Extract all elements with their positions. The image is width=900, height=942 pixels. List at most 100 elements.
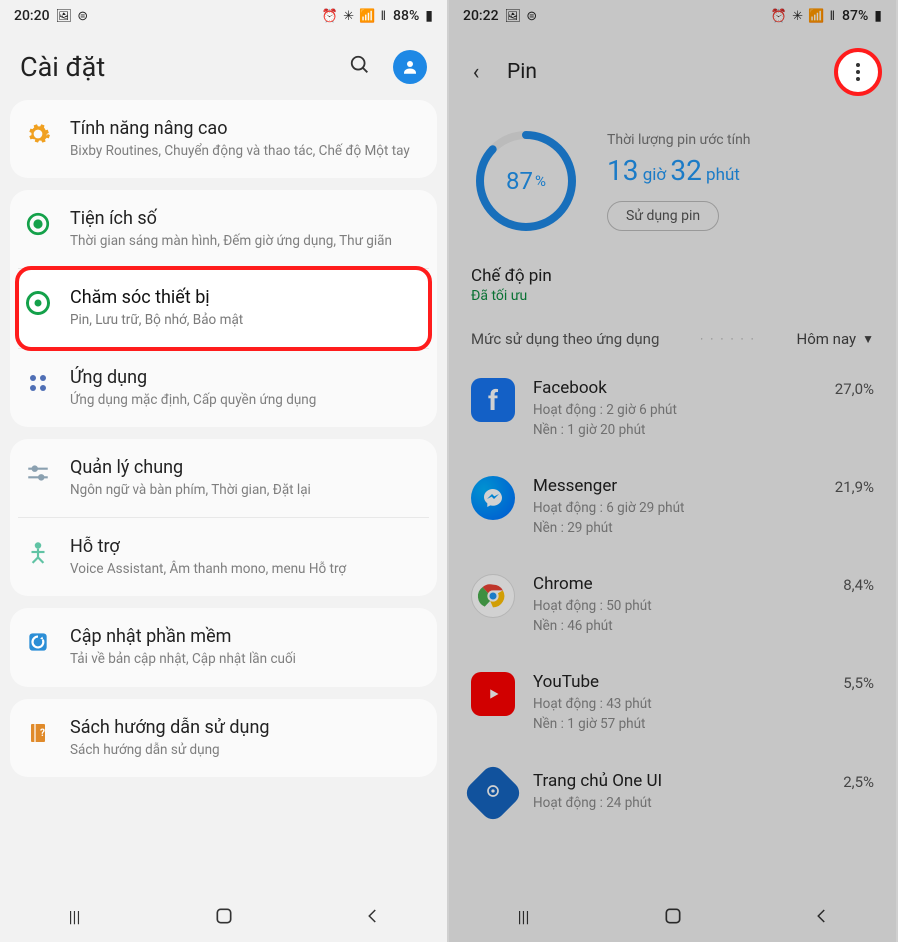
book-icon: ? — [24, 719, 52, 747]
settings-group: Cập nhật phần mềm Tải về bản cập nhật, C… — [10, 608, 437, 686]
app-meta: Hoạt động : 6 giờ 29 phút Nền : 29 phút — [533, 499, 817, 538]
setting-item[interactable]: Ứng dụng Ứng dụng mặc định, Cấp quyền ứn… — [18, 348, 429, 427]
app-percent: 8,4% — [843, 574, 874, 594]
status-battery-pct: 88% — [393, 8, 419, 24]
app-name: Trang chủ One UI — [533, 771, 825, 791]
chevron-down-icon: ▼ — [862, 332, 874, 346]
nav-recents[interactable]: ||| — [61, 902, 89, 930]
status-left-icons: 🖼 ⊜ — [56, 9, 90, 24]
back-button[interactable]: ‹ — [463, 60, 489, 85]
setting-item[interactable]: ? Sách hướng dẫn sử dụng Sách hướng dẫn … — [10, 699, 437, 777]
app-percent: 27,0% — [835, 378, 874, 398]
battery-icon: ▮ — [425, 8, 433, 24]
app-usage-row[interactable]: Chrome Hoạt động : 50 phút Nền : 46 phút… — [449, 556, 896, 654]
facebook-icon: f — [471, 378, 515, 422]
battery-mode-status: Đã tối ưu — [471, 288, 874, 304]
app-name: YouTube — [533, 672, 825, 692]
setting-title: Tính năng nâng cao — [70, 118, 423, 139]
setting-subtitle: Bixby Routines, Chuyển động và thao tác,… — [70, 142, 423, 160]
settings-header: Cài đặt — [0, 32, 447, 100]
settings-group: Quản lý chung Ngôn ngữ và bàn phím, Thời… — [10, 439, 437, 596]
app-usage-row[interactable]: Messenger Hoạt động : 6 giờ 29 phút Nền … — [449, 458, 896, 556]
nav-back[interactable] — [808, 902, 836, 930]
setting-subtitle: Sách hướng dẫn sử dụng — [70, 741, 423, 759]
battery-summary: 87% Thời lượng pin ước tính 13 giờ 32 ph… — [449, 106, 896, 254]
page-title: Cài đặt — [20, 51, 105, 83]
app-meta: Hoạt động : 2 giờ 6 phút Nền : 1 giờ 20 … — [533, 401, 817, 440]
person-icon — [24, 538, 52, 566]
nav-bar: ||| — [0, 890, 447, 942]
setting-item[interactable]: Cập nhật phần mềm Tải về bản cập nhật, C… — [10, 608, 437, 686]
nav-home[interactable] — [210, 902, 238, 930]
status-bar: 20:22 🖼 ⊜ ⏰ ✳ 📶 ‖ 87% ▮ — [449, 0, 896, 32]
svg-text:?: ? — [40, 728, 45, 739]
nav-recents[interactable]: ||| — [510, 902, 538, 930]
app-meta: Hoạt động : 24 phút — [533, 794, 825, 814]
chrome-icon — [471, 574, 515, 618]
setting-item[interactable]: Chăm sóc thiết bị Pin, Lưu trữ, Bộ nhớ, … — [18, 268, 429, 347]
cog-icon — [24, 120, 52, 148]
settings-group: Tính năng nâng cao Bixby Routines, Chuyể… — [10, 100, 437, 178]
status-left-icons: 🖼 ⊜ — [505, 9, 539, 24]
usage-by-app-header: Mức sử dụng theo ứng dụng · · · · · · Hô… — [449, 310, 896, 356]
app-name: Messenger — [533, 476, 817, 496]
setting-subtitle: Ngôn ngữ và bàn phím, Thời gian, Đặt lại — [70, 481, 423, 499]
estimate-time: 13 giờ 32 phút — [607, 154, 874, 187]
swirl-icon — [24, 289, 52, 317]
messenger-icon — [471, 476, 515, 520]
oneui-icon — [462, 761, 524, 823]
setting-item[interactable]: Quản lý chung Ngôn ngữ và bàn phím, Thời… — [10, 439, 437, 517]
setting-subtitle: Pin, Lưu trữ, Bộ nhớ, Bảo mật — [70, 311, 423, 329]
settings-list[interactable]: Tính năng nâng cao Bixby Routines, Chuyể… — [0, 100, 447, 777]
search-icon[interactable] — [349, 54, 371, 80]
settings-screen: 20:20 🖼 ⊜ ⏰ ✳ 📶 ‖ 88% ▮ Cài đặt Tính năn… — [0, 0, 449, 942]
setting-title: Hỗ trợ — [70, 536, 423, 557]
app-usage-list[interactable]: f Facebook Hoạt động : 2 giờ 6 phút Nền … — [449, 356, 896, 903]
settings-group: ? Sách hướng dẫn sử dụng Sách hướng dẫn … — [10, 699, 437, 777]
battery-screen: 20:22 🖼 ⊜ ⏰ ✳ 📶 ‖ 87% ▮ ‹ Pin 87% Thời l… — [449, 0, 898, 942]
battery-mode-title: Chế độ pin — [471, 266, 874, 286]
nav-bar: ||| — [449, 890, 896, 942]
refresh-icon — [24, 628, 52, 656]
app-meta: Hoạt động : 43 phút Nền : 1 giờ 57 phút — [533, 695, 825, 734]
battery-header: ‹ Pin — [449, 32, 896, 106]
page-title: Pin — [507, 60, 816, 84]
setting-title: Chăm sóc thiết bị — [70, 287, 423, 308]
app-usage-row[interactable]: f Facebook Hoạt động : 2 giờ 6 phút Nền … — [449, 360, 896, 458]
app-usage-row[interactable]: YouTube Hoạt động : 43 phút Nền : 1 giờ … — [449, 654, 896, 752]
period-selector[interactable]: Hôm nay ▼ — [797, 330, 874, 348]
more-icon — [856, 63, 860, 81]
ring-dot-icon — [24, 210, 52, 238]
status-battery-pct: 87% — [842, 8, 868, 24]
setting-subtitle: Tải về bản cập nhật, Cập nhật lần cuối — [70, 650, 423, 668]
setting-item[interactable]: Hỗ trợ Voice Assistant, Âm thanh mono, m… — [18, 517, 429, 596]
setting-title: Sách hướng dẫn sử dụng — [70, 717, 423, 738]
status-time: 20:22 — [463, 8, 499, 24]
setting-item[interactable]: Tiện ích số Thời gian sáng màn hình, Đếm… — [10, 190, 437, 268]
app-meta: Hoạt động : 50 phút Nền : 46 phút — [533, 597, 825, 636]
app-percent: 21,9% — [835, 476, 874, 496]
setting-item[interactable]: Tính năng nâng cao Bixby Routines, Chuyể… — [10, 100, 437, 178]
setting-title: Ứng dụng — [70, 367, 423, 388]
app-name: Facebook — [533, 378, 817, 398]
setting-title: Tiện ích số — [70, 208, 423, 229]
battery-icon: ▮ — [874, 8, 882, 24]
status-right-icons: ⏰ ✳ 📶 ‖ — [771, 8, 836, 24]
youtube-icon — [471, 672, 515, 716]
nav-home[interactable] — [659, 902, 687, 930]
grid-icon — [24, 369, 52, 397]
setting-subtitle: Ứng dụng mặc định, Cấp quyền ứng dụng — [70, 391, 423, 409]
battery-ring: 87% — [471, 126, 581, 236]
setting-subtitle: Thời gian sáng màn hình, Đếm giờ ứng dụn… — [70, 232, 423, 250]
more-menu-button[interactable] — [834, 48, 882, 96]
nav-back[interactable] — [359, 902, 387, 930]
estimate-label: Thời lượng pin ước tính — [607, 132, 874, 148]
usage-heading: Mức sử dụng theo ứng dụng — [471, 330, 659, 348]
setting-subtitle: Voice Assistant, Âm thanh mono, menu Hỗ … — [70, 560, 423, 578]
status-right-icons: ⏰ ✳ 📶 ‖ — [322, 8, 387, 24]
battery-usage-button[interactable]: Sử dụng pin — [607, 201, 719, 231]
setting-title: Quản lý chung — [70, 457, 423, 478]
battery-mode-section[interactable]: Chế độ pin Đã tối ưu — [449, 254, 896, 310]
account-avatar[interactable] — [393, 50, 427, 84]
app-usage-row[interactable]: Trang chủ One UI Hoạt động : 24 phút 2,5… — [449, 753, 896, 833]
